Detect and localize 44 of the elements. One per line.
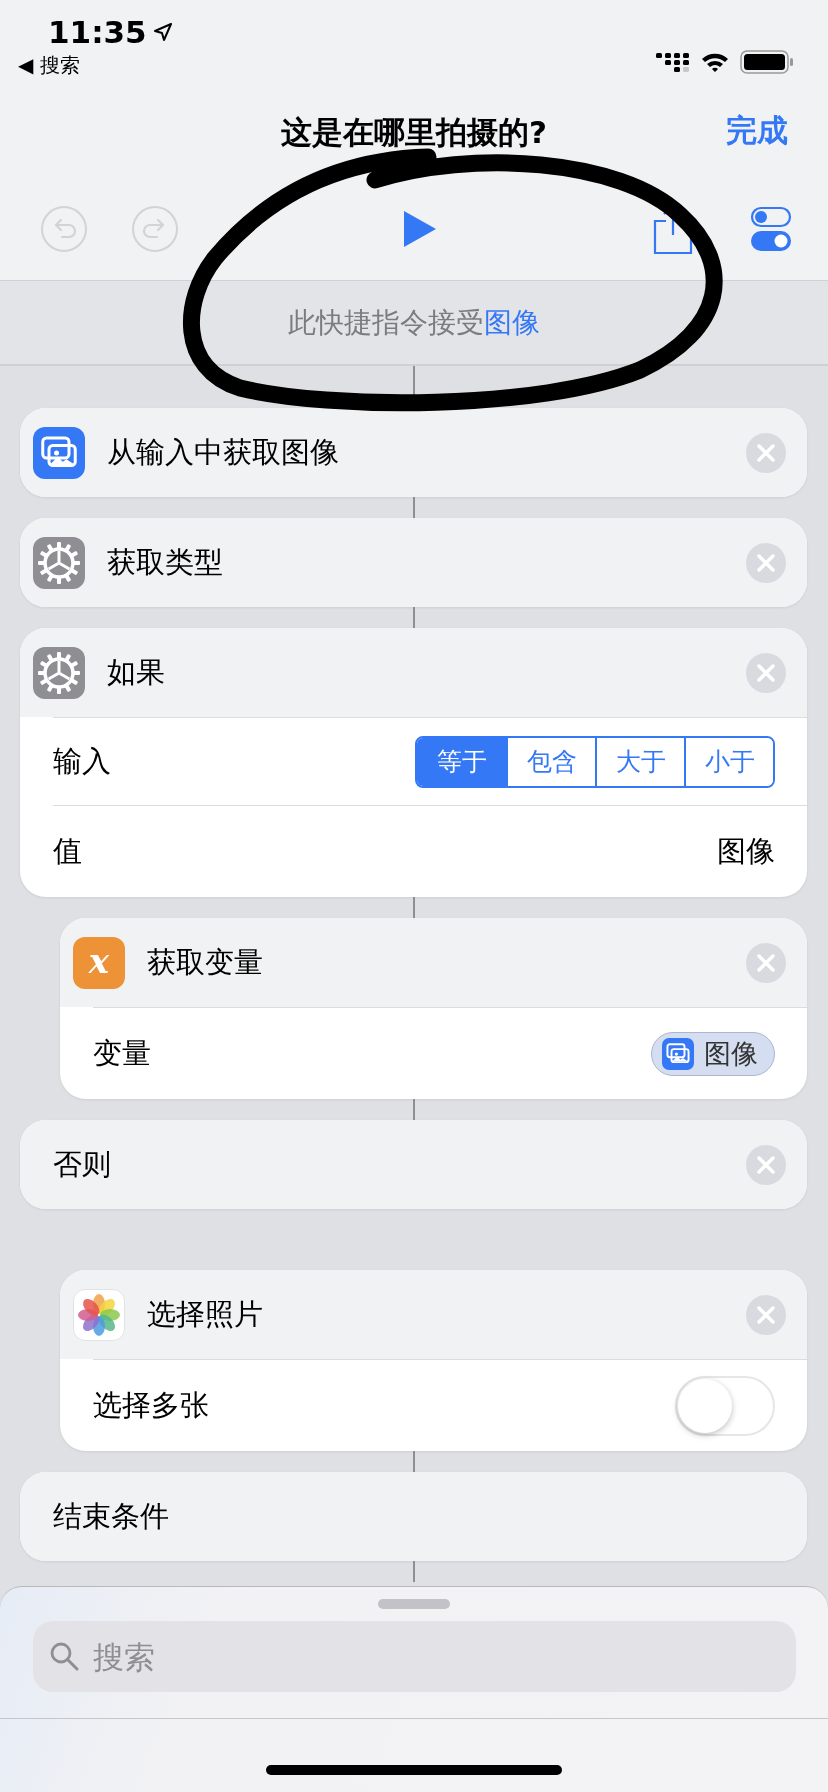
- battery-icon: [740, 50, 794, 74]
- close-icon: [757, 553, 775, 572]
- wifi-icon: [700, 51, 730, 73]
- done-button[interactable]: 完成: [726, 110, 788, 152]
- action-title: 结束条件: [53, 1497, 170, 1535]
- toggle-switch[interactable]: [675, 1375, 775, 1436]
- parameter-value[interactable]: 图像: [717, 831, 775, 872]
- close-icon: [757, 953, 775, 972]
- action-title: 如果: [107, 653, 166, 691]
- variable-token[interactable]: 图像: [651, 1031, 775, 1076]
- settings-button[interactable]: [750, 206, 792, 252]
- shortcut-title: 这是在哪里拍摄的?: [281, 113, 547, 152]
- remove-button[interactable]: [746, 942, 786, 983]
- input-type-label: 此快捷指令接受图像: [288, 304, 540, 341]
- remove-button[interactable]: [746, 432, 786, 473]
- remove-button[interactable]: [746, 1294, 786, 1335]
- action-title: 获取类型: [107, 543, 224, 581]
- remove-button[interactable]: [746, 652, 786, 693]
- search-field[interactable]: 搜索: [32, 1621, 796, 1692]
- input-type-link[interactable]: 图像: [484, 305, 540, 339]
- segment[interactable]: 等于: [417, 737, 506, 786]
- parameter-label: 值: [53, 832, 82, 870]
- location-arrow-icon: [152, 22, 173, 42]
- search-icon: [48, 1641, 79, 1671]
- remove-button[interactable]: [746, 1144, 786, 1185]
- play-button[interactable]: [402, 209, 438, 249]
- close-icon: [757, 1305, 775, 1324]
- signal-icon: [656, 50, 690, 74]
- remove-button[interactable]: [746, 542, 786, 583]
- close-icon: [757, 663, 775, 682]
- segment[interactable]: 小于: [684, 737, 773, 786]
- back-link[interactable]: ◀ 搜索: [18, 52, 80, 79]
- close-icon: [757, 1155, 775, 1174]
- parameter-label: 输入: [53, 742, 111, 780]
- parameter-label: 变量: [93, 1034, 151, 1072]
- variable-glyph: x: [88, 943, 110, 978]
- action-title: 选择照片: [147, 1295, 264, 1333]
- sheet-handle[interactable]: [378, 1599, 450, 1609]
- action-title: 否则: [53, 1145, 112, 1183]
- parameter-label: 选择多张: [93, 1386, 209, 1424]
- action-title: 从输入中获取图像: [107, 433, 340, 471]
- close-icon: [757, 443, 775, 462]
- status-time: 11:35: [48, 14, 147, 50]
- action-title: 获取变量: [147, 943, 264, 981]
